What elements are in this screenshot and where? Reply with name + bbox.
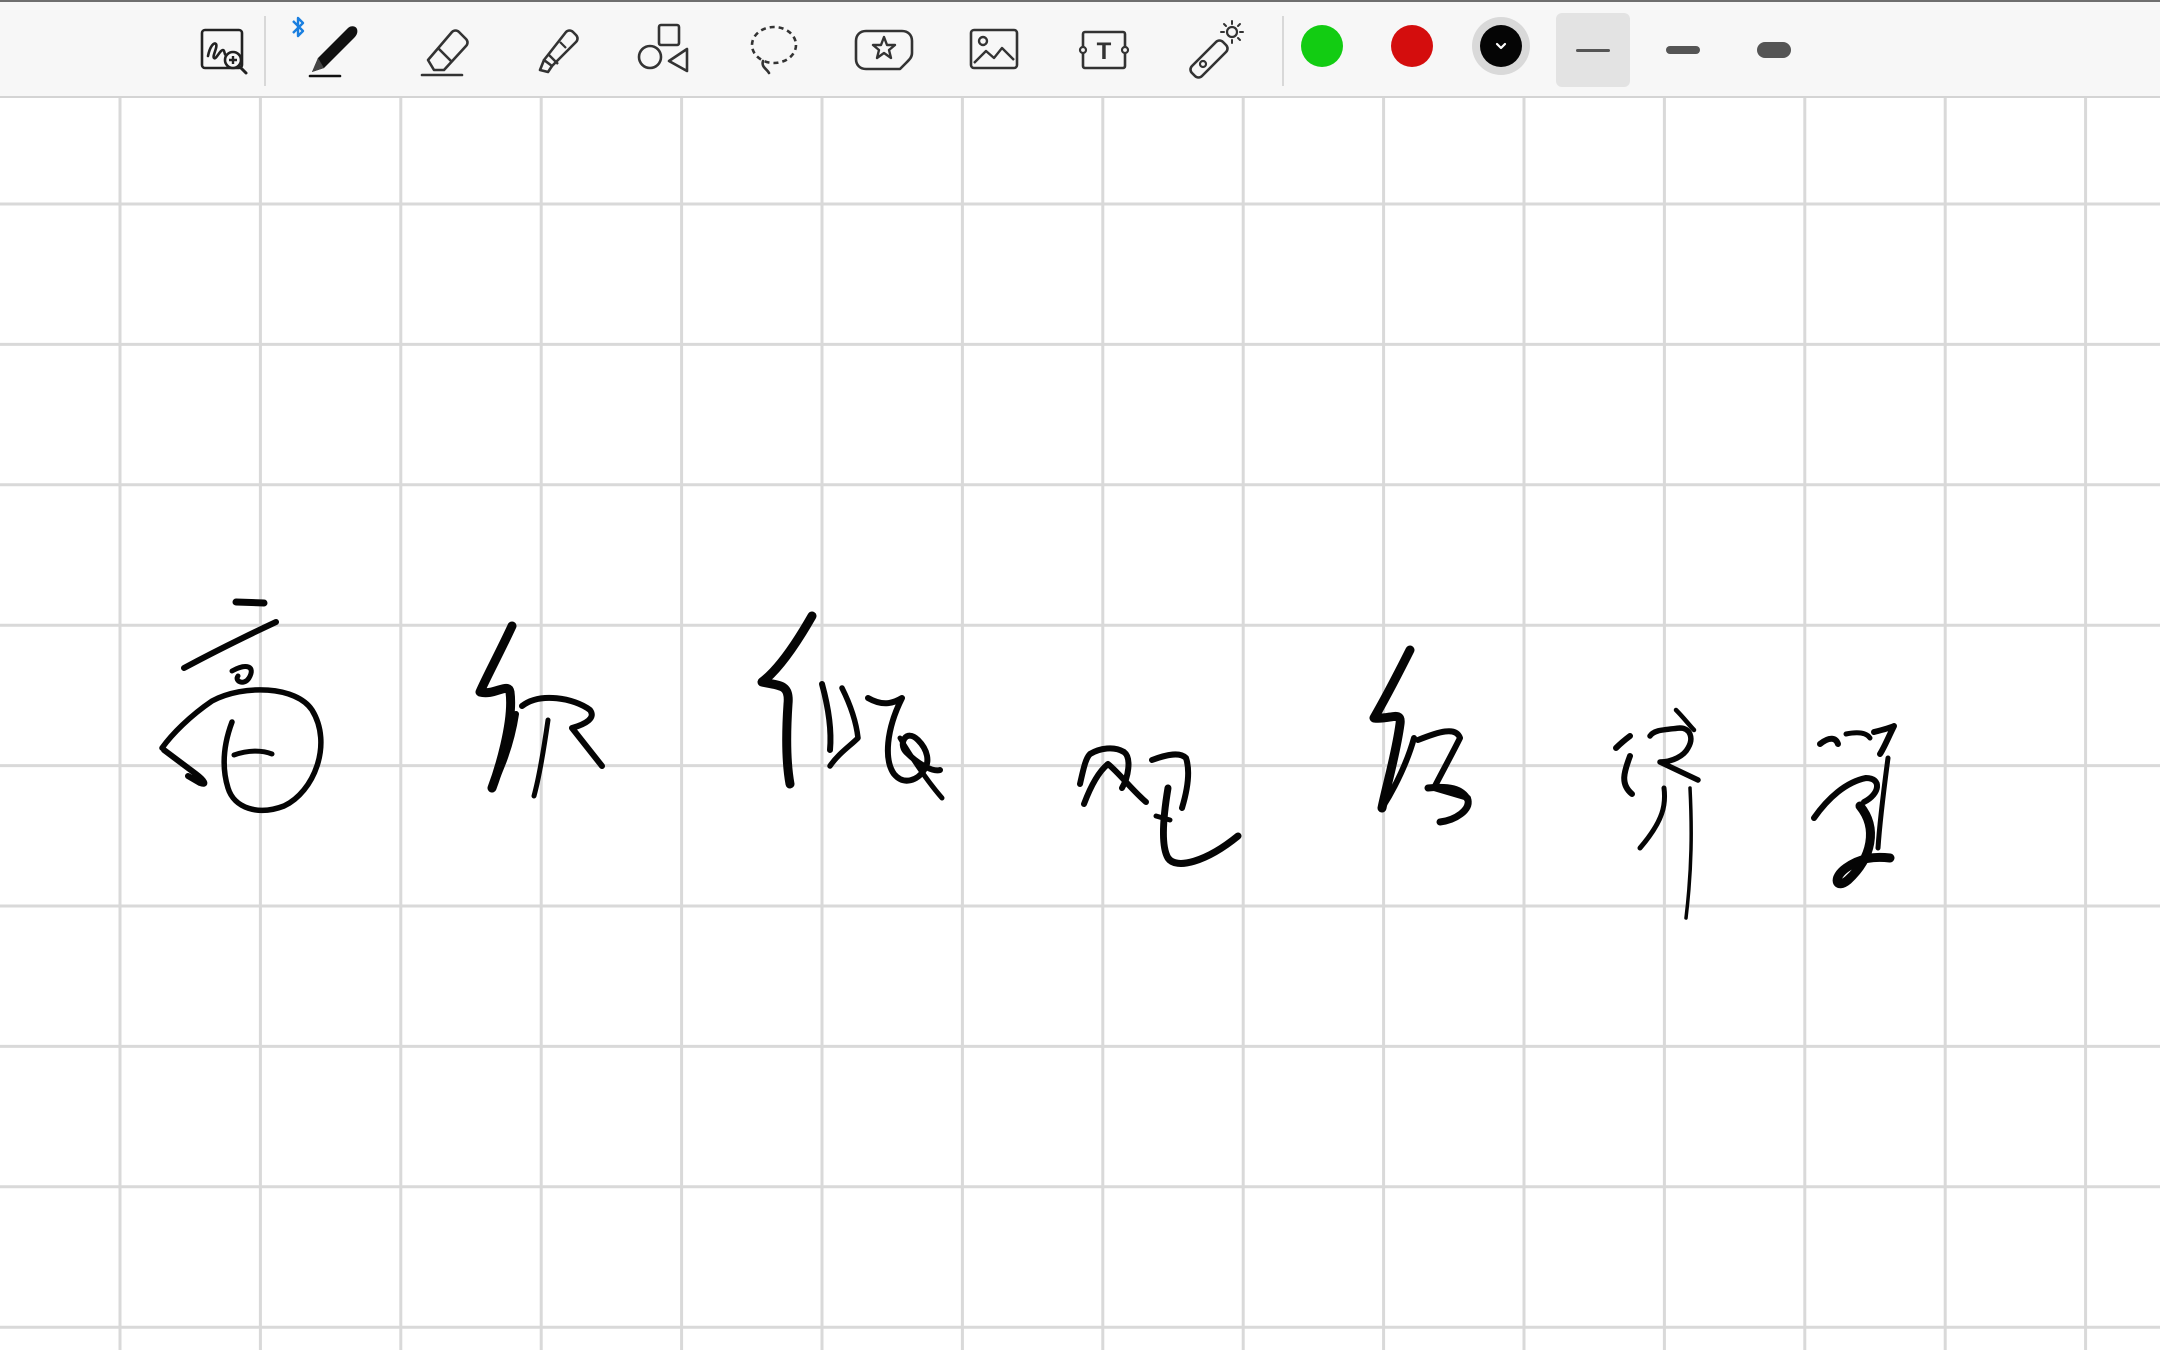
bluetooth-badge: [290, 14, 306, 45]
color-swatch-red[interactable]: [1391, 25, 1433, 67]
bluetooth-icon: [292, 16, 305, 38]
sticker-tool[interactable]: [846, 12, 922, 88]
ink-char-jing: [1369, 645, 1472, 826]
color-swatch-green[interactable]: [1301, 25, 1343, 67]
toolbar-divider: [264, 16, 266, 86]
text-tool[interactable]: T: [1066, 12, 1142, 88]
text-box-icon: T: [1078, 30, 1130, 70]
pen-icon: [308, 26, 358, 78]
image-tool[interactable]: [956, 12, 1032, 88]
color-swatch-black-selected[interactable]: [1472, 17, 1530, 75]
grid-lines: [0, 98, 2160, 1350]
stroke-width-thin-icon: [1576, 48, 1610, 52]
canvas-surface: [0, 98, 2160, 1350]
toolbar: T: [0, 2, 2160, 98]
stroke-width-medium-icon: [1666, 46, 1700, 54]
laser-pointer-tool[interactable]: [1176, 12, 1252, 88]
laser-pointer-icon: [1189, 20, 1244, 79]
ink-char-ji2: [1613, 707, 1701, 920]
stroke-width-thin-button[interactable]: [1556, 13, 1630, 87]
highlighter-tool[interactable]: [516, 12, 592, 88]
shapes-icon: [637, 23, 689, 73]
stroke-width-thick-button[interactable]: [1737, 13, 1811, 87]
highlighter-icon: [538, 29, 579, 74]
notes-app: T: [0, 0, 2160, 1350]
chevron-down-icon: [1495, 42, 1507, 50]
drawing-canvas[interactable]: [0, 98, 2160, 1350]
shapes-tool[interactable]: [626, 12, 702, 88]
lasso-tool[interactable]: [736, 12, 812, 88]
stroke-width-thick-icon: [1757, 42, 1791, 58]
stroke-width-medium-button[interactable]: [1646, 13, 1720, 87]
handwritten-title: [159, 598, 1897, 920]
ink-char-xue: [1811, 723, 1897, 889]
ink-char-gao: [159, 598, 324, 813]
image-icon: [969, 28, 1019, 70]
eraser-icon: [420, 29, 469, 77]
eraser-tool[interactable]: [406, 12, 482, 88]
color-swatch-black: [1480, 25, 1522, 67]
text-tool-glyph: T: [1097, 38, 1112, 65]
ink-char-wei: [757, 611, 945, 801]
handwriting-zoom-icon: [200, 28, 248, 75]
lasso-icon: [750, 25, 798, 75]
sticker-star-icon: [854, 29, 914, 71]
toolbar-divider: [1282, 16, 1284, 86]
handwriting-zoom-tool[interactable]: [186, 12, 262, 88]
